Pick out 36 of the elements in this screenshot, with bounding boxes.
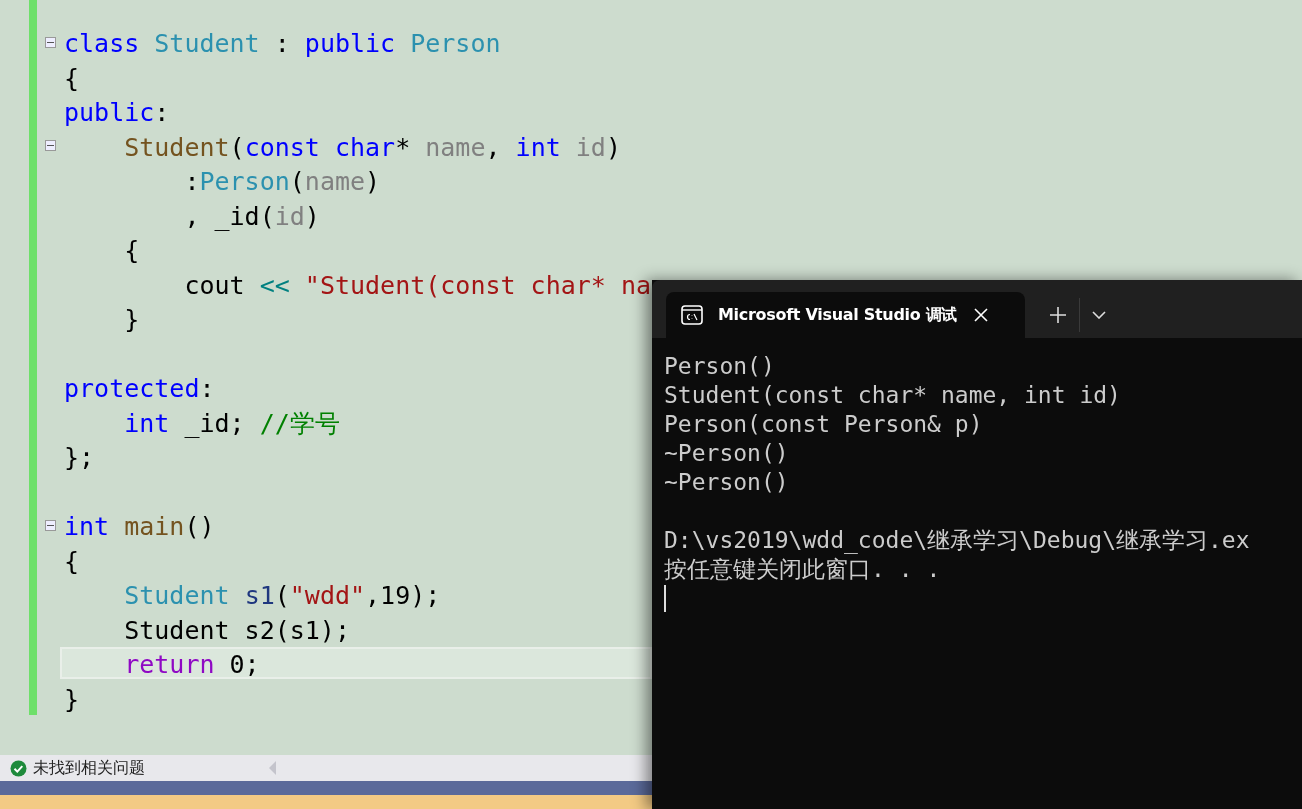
code-line: int _id; //学号 [123,407,341,438]
code-line: int main() [63,511,216,542]
code-line: public: [63,97,171,128]
code-line: Student(const char* name, int id) [123,131,622,162]
collapse-icon[interactable] [44,36,56,48]
code-line: } [63,683,81,714]
console-output-line: 按任意键关闭此窗口. . . [664,555,941,584]
code-line: } [123,304,141,335]
console-output-line: Person() [664,352,775,381]
code-line: cout << "Student(const char* na [183,269,652,300]
code-line: :Person(name) [183,166,382,197]
new-tab-button[interactable] [1049,306,1067,324]
dropdown-button[interactable] [1092,311,1106,319]
code-line: Student s2(s1); [123,614,351,645]
console-output-line: ~Person() [664,468,789,497]
code-line: }; [63,442,96,473]
text-cursor [664,585,666,612]
collapse-icon[interactable] [44,140,56,152]
code-line: { [63,62,81,93]
console-output-line: Student(const char* name, int id) [664,381,1121,410]
code-line: protected: [63,373,216,404]
status-message: 未找到相关问题 [33,757,146,779]
code-line: Student s1("wdd",19); [123,580,442,611]
tab-title: Microsoft Visual Studio 调试 [718,304,959,326]
check-icon [10,759,27,777]
console-output-line: ~Person() [664,439,789,468]
console-icon [681,305,703,325]
close-icon[interactable] [974,308,988,322]
terminal-tab[interactable]: Microsoft Visual Studio 调试 [666,292,1025,338]
code-line: class Student : public Person [63,28,502,59]
code-line: { [123,235,141,266]
collapse-icon[interactable] [44,519,56,531]
console-output-line: Person(const Person& p) [664,410,983,439]
code-line: , _id(id) [183,200,321,231]
console-output-line: D:\vs2019\wdd_code\继承学习\Debug\继承学习.ex [664,526,1250,555]
code-line: { [63,545,81,576]
